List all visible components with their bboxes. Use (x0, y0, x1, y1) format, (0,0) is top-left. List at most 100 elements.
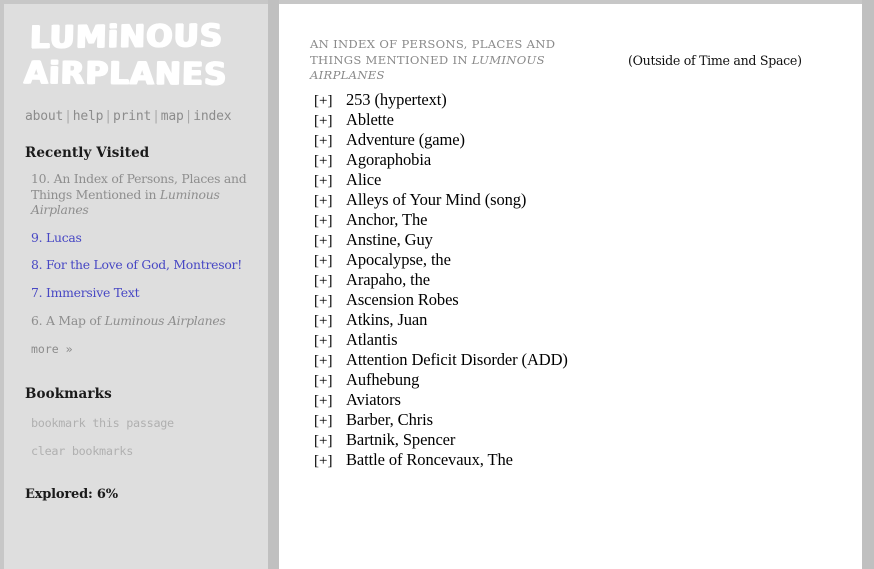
list-item[interactable]: [+] Anstine, Guy (279, 230, 568, 250)
list-item[interactable]: [+] Ablette (279, 110, 568, 130)
index-entry-label[interactable]: Alice (346, 170, 381, 190)
index-entry-label[interactable]: Apocalypse, the (346, 250, 451, 270)
nav-item-help[interactable]: help (73, 109, 104, 124)
nav-item-map[interactable]: map (161, 109, 184, 124)
list-item[interactable]: [+] Aviators (279, 390, 568, 410)
list-item[interactable]: [+] Atlantis (279, 330, 568, 350)
expand-toggle-icon[interactable]: [+] (314, 391, 343, 411)
list-item[interactable]: [+] Barber, Chris (279, 410, 568, 430)
content-pane: An index of persons, places and things m… (279, 4, 862, 569)
expand-toggle-icon[interactable]: [+] (314, 291, 343, 311)
expand-toggle-icon[interactable]: [+] (314, 371, 343, 391)
list-item[interactable]: 9. Lucas (31, 230, 251, 246)
list-item[interactable]: [+] Atkins, Juan (279, 310, 568, 330)
list-item[interactable]: [+] Battle of Roncevaux, The (279, 450, 568, 470)
list-item[interactable]: 7. Immersive Text (31, 285, 251, 301)
recent-item-text: A Map of (42, 312, 105, 328)
list-item[interactable]: [+] 253 (hypertext) (279, 90, 568, 110)
index-entry-label[interactable]: 253 (hypertext) (346, 90, 447, 110)
expand-toggle-icon[interactable]: [+] (314, 171, 343, 191)
window-right-border (862, 0, 874, 569)
explored-progress: Explored: 6% (25, 487, 118, 503)
expand-toggle-icon[interactable]: [+] (314, 351, 343, 371)
list-item[interactable]: 6. A Map of Luminous Airplanes (31, 313, 251, 329)
list-item[interactable]: [+] Alleys of Your Mind (song) (279, 190, 568, 210)
list-item[interactable]: [+] Attention Deficit Disorder (ADD) (279, 350, 568, 370)
index-entry-label[interactable]: Ablette (346, 110, 394, 130)
index-entry-label[interactable]: Aufhebung (346, 370, 419, 390)
list-item[interactable]: [+] Adventure (game) (279, 130, 568, 150)
index-entry-label[interactable]: Battle of Roncevaux, The (346, 450, 513, 470)
recent-item-text: Lucas (42, 229, 82, 245)
recent-item-number: 9. (31, 229, 43, 245)
recently-visited-list: 10. An Index of Persons, Places and Thin… (4, 171, 268, 328)
list-item[interactable]: [+] Apocalypse, the (279, 250, 568, 270)
list-item[interactable]: [+] Aufhebung (279, 370, 568, 390)
index-entry-label[interactable]: Aviators (346, 390, 401, 410)
recent-item-number: 6. (31, 312, 43, 328)
index-entry-label[interactable]: Bartnik, Spencer (346, 430, 455, 450)
page-root: LUMiNOUS AiRPLANES about|help|print|map|… (0, 0, 874, 569)
list-item[interactable]: [+] Arapaho, the (279, 270, 568, 290)
bookmark-this-passage-link[interactable]: bookmark this passage (31, 416, 268, 430)
expand-toggle-icon[interactable]: [+] (314, 151, 343, 171)
expand-toggle-icon[interactable]: [+] (314, 451, 343, 471)
recent-item-text: Immersive Text (42, 284, 140, 300)
index-entry-label[interactable]: Adventure (game) (346, 130, 465, 150)
site-logo[interactable]: LUMiNOUS AiRPLANES (23, 18, 234, 93)
nav-item-index[interactable]: index (193, 109, 231, 124)
list-item[interactable]: [+] Anchor, The (279, 210, 568, 230)
nav-separator: | (64, 109, 72, 124)
recent-item-number: 8. (31, 257, 43, 273)
expand-toggle-icon[interactable]: [+] (314, 251, 343, 271)
list-item[interactable]: [+] Alice (279, 170, 568, 190)
sidebar: LUMiNOUS AiRPLANES about|help|print|map|… (4, 4, 268, 569)
page-title: An index of persons, places and things m… (310, 37, 610, 84)
expand-toggle-icon[interactable]: [+] (314, 111, 343, 131)
index-entry-label[interactable]: Atkins, Juan (346, 310, 427, 330)
index-entry-label[interactable]: Anstine, Guy (346, 230, 433, 250)
clear-bookmarks-link[interactable]: clear bookmarks (31, 444, 268, 458)
main-nav: about|help|print|map|index (25, 109, 268, 124)
index-entry-label[interactable]: Arapaho, the (346, 270, 430, 290)
index-entry-label[interactable]: Alleys of Your Mind (song) (346, 190, 526, 210)
outside-of-time-and-space-note: (Outside of Time and Space) (628, 53, 802, 68)
expand-toggle-icon[interactable]: [+] (314, 231, 343, 251)
recent-item-title: Luminous Airplanes (104, 312, 226, 328)
site-logo-line-2: AiRPLANES (23, 55, 228, 93)
list-item[interactable]: [+] Bartnik, Spencer (279, 430, 568, 450)
expand-toggle-icon[interactable]: [+] (314, 211, 343, 231)
index-entry-label[interactable]: Attention Deficit Disorder (ADD) (346, 350, 568, 370)
expand-toggle-icon[interactable]: [+] (314, 271, 343, 291)
index-entry-list: [+] 253 (hypertext) [+] Ablette [+] Adventu… (279, 90, 568, 470)
more-link[interactable]: more » (31, 342, 268, 356)
nav-item-about[interactable]: about (25, 109, 63, 124)
recently-visited-heading: Recently Visited (25, 145, 150, 161)
list-item[interactable]: 10. An Index of Persons, Places and Thin… (31, 171, 251, 218)
sidebar-divider (268, 0, 279, 569)
expand-toggle-icon[interactable]: [+] (314, 331, 343, 351)
nav-separator: | (184, 109, 193, 124)
index-entry-label[interactable]: Anchor, The (346, 210, 427, 230)
expand-toggle-icon[interactable]: [+] (314, 411, 343, 431)
list-item[interactable]: [+] Ascension Robes (279, 290, 568, 310)
nav-separator: | (104, 109, 112, 124)
expand-toggle-icon[interactable]: [+] (314, 91, 343, 111)
recent-item-text: For the Love of God, Montresor! (42, 257, 242, 273)
nav-item-print[interactable]: print (113, 109, 151, 124)
expand-toggle-icon[interactable]: [+] (314, 431, 343, 451)
index-entry-label[interactable]: Atlantis (346, 330, 398, 350)
recent-item-number: 7. (31, 284, 43, 300)
expand-toggle-icon[interactable]: [+] (314, 311, 343, 331)
expand-toggle-icon[interactable]: [+] (314, 131, 343, 151)
index-entry-label[interactable]: Ascension Robes (346, 290, 459, 310)
list-item[interactable]: [+] Agoraphobia (279, 150, 568, 170)
nav-separator: | (152, 109, 160, 124)
site-logo-line-1: LUMiNOUS (29, 18, 224, 57)
index-entry-label[interactable]: Agoraphobia (346, 150, 431, 170)
bookmarks-heading: Bookmarks (25, 386, 112, 403)
list-item[interactable]: 8. For the Love of God, Montresor! (31, 257, 251, 273)
index-entry-label[interactable]: Barber, Chris (346, 410, 433, 430)
recent-item-number: 10. (31, 171, 50, 186)
expand-toggle-icon[interactable]: [+] (314, 191, 343, 211)
